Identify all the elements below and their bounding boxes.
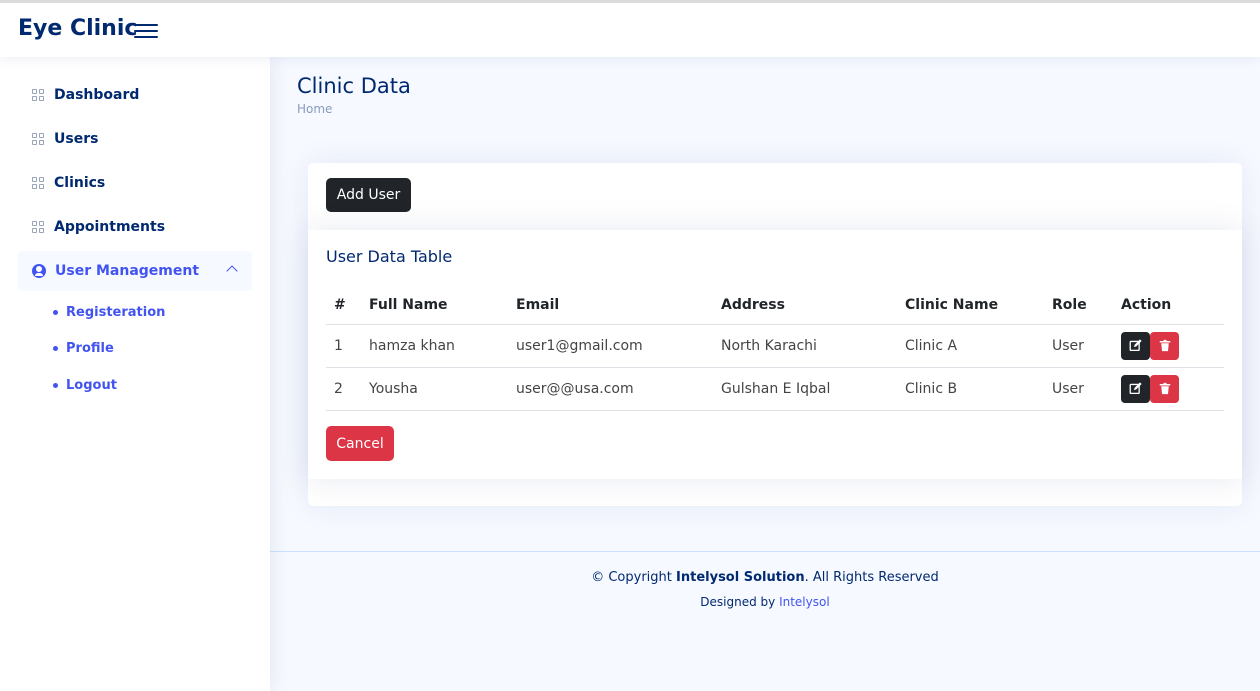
cell-name: Yousha <box>361 367 508 411</box>
table-row: 1 hamza khan user1@gmail.com North Karac… <box>326 324 1224 368</box>
column-header: Email <box>508 286 713 325</box>
person-circle-icon <box>32 264 46 278</box>
cell-role: User <box>1044 324 1113 368</box>
cell-email: user1@gmail.com <box>508 324 713 368</box>
designer-link[interactable]: Intelysol <box>779 595 830 609</box>
grid-icon <box>32 221 44 233</box>
sidebar-subitem-label: Registeration <box>66 305 166 320</box>
bullet-icon <box>53 346 58 351</box>
sidebar-item-dashboard[interactable]: Dashboard <box>18 75 252 115</box>
column-header: Action <box>1113 286 1224 325</box>
trash-icon <box>1159 339 1170 352</box>
chevron-up-icon <box>226 265 238 277</box>
column-header: Address <box>713 286 897 325</box>
cell-name: hamza khan <box>361 324 508 368</box>
cancel-button[interactable]: Cancel <box>326 426 394 461</box>
sidebar-item-label: Dashboard <box>54 87 140 103</box>
cell-id: 2 <box>326 367 361 411</box>
sidebar-subitem-label: Logout <box>66 378 117 393</box>
cell-actions <box>1113 324 1224 368</box>
column-header: # <box>326 286 361 325</box>
bullet-icon <box>53 383 58 388</box>
cell-role: User <box>1044 367 1113 411</box>
cell-actions <box>1113 367 1224 411</box>
table-row: 2 Yousha user@@usa.com Gulshan E Iqbal C… <box>326 367 1224 411</box>
sidebar-item-clinics[interactable]: Clinics <box>18 163 252 203</box>
app-logo[interactable]: Eye Clinic <box>18 16 137 41</box>
copyright-text: © Copyright Intelysol Solution. All Righ… <box>270 570 1260 585</box>
column-header: Clinic Name <box>897 286 1044 325</box>
sidebar-item-users[interactable]: Users <box>18 119 252 159</box>
cell-address: North Karachi <box>713 324 897 368</box>
company-name: Intelysol Solution <box>676 570 805 585</box>
copyright-suffix: . All Rights Reserved <box>804 570 939 585</box>
sidebar-subitem-label: Profile <box>66 341 114 356</box>
sidebar-item-label: Users <box>54 131 99 147</box>
grid-icon <box>32 177 44 189</box>
sidebar-item-user-management[interactable]: User Management <box>18 251 252 291</box>
sidebar-item-appointments[interactable]: Appointments <box>18 207 252 247</box>
table-header-row: # Full Name Email Address Clinic Name Ro… <box>326 286 1224 325</box>
breadcrumb-home[interactable]: Home <box>297 102 332 116</box>
copyright-prefix: © Copyright <box>591 570 677 585</box>
delete-button[interactable] <box>1150 374 1179 403</box>
cell-clinic: Clinic A <box>897 324 1044 368</box>
edit-icon <box>1129 339 1142 352</box>
delete-button[interactable] <box>1150 331 1179 360</box>
grid-icon <box>32 133 44 145</box>
sidebar-item-label: Appointments <box>54 219 166 235</box>
sidebar-item-label: User Management <box>55 263 200 279</box>
edit-icon <box>1129 382 1142 395</box>
edit-button[interactable] <box>1121 374 1150 403</box>
sidebar-item-label: Clinics <box>54 175 106 191</box>
trash-icon <box>1159 382 1170 395</box>
sidebar-subitem-profile[interactable]: Profile <box>53 341 114 356</box>
hamburger-menu-icon[interactable] <box>134 20 158 42</box>
column-header: Role <box>1044 286 1113 325</box>
cell-id: 1 <box>326 324 361 368</box>
designed-by-label: Designed by <box>700 595 780 609</box>
user-data-table: # Full Name Email Address Clinic Name Ro… <box>326 286 1224 411</box>
page-title: Clinic Data <box>297 74 411 98</box>
add-user-button[interactable]: Add User <box>326 178 411 212</box>
sidebar-subitem-registeration[interactable]: Registeration <box>53 305 165 320</box>
column-header: Full Name <box>361 286 508 325</box>
edit-button[interactable] <box>1121 331 1150 360</box>
grid-icon <box>32 89 44 101</box>
sidebar: Dashboard Users Clinics Appointments Use… <box>0 57 270 691</box>
cell-address: Gulshan E Iqbal <box>713 367 897 411</box>
top-header: Eye Clinic <box>0 0 1260 57</box>
footer: © Copyright Intelysol Solution. All Righ… <box>270 551 1260 691</box>
credits: Designed by Intelysol <box>270 595 1260 609</box>
table-title: User Data Table <box>326 247 453 266</box>
bullet-icon <box>53 310 58 315</box>
cell-email: user@@usa.com <box>508 367 713 411</box>
sidebar-subitem-logout[interactable]: Logout <box>53 378 117 393</box>
cell-clinic: Clinic B <box>897 367 1044 411</box>
